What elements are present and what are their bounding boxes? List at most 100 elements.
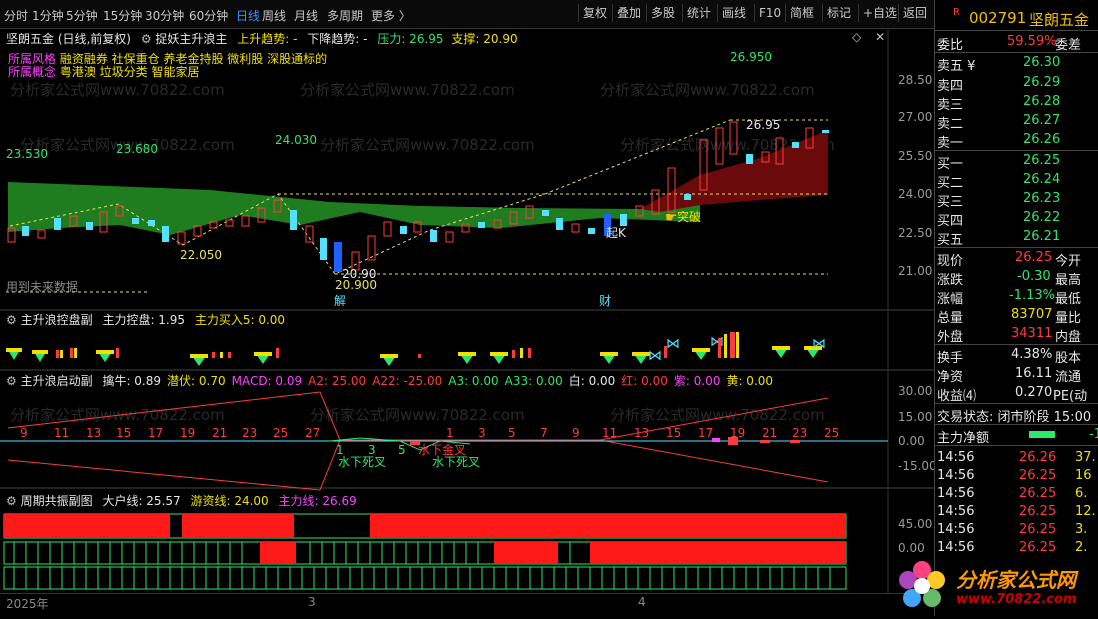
period-tab-multi[interactable]: 多周期 — [327, 7, 363, 24]
period-tab-daily[interactable]: 日线 — [236, 7, 260, 24]
cross-label: 水下死叉 — [338, 455, 386, 469]
stat-outer: 外盘 34311 内盘 — [937, 326, 1082, 345]
bid-row-2[interactable]: 买二 26.24 — [935, 171, 1098, 191]
bid-row-5[interactable]: 买五 26.21 — [935, 228, 1098, 248]
green-band — [8, 182, 700, 235]
sub3-bands — [3, 513, 847, 590]
butterfly-icon: ⋈ — [666, 336, 680, 352]
stat-turnover: 换手 4.38% 股本 — [937, 347, 1082, 366]
sub3-header: ⚙ 周期共振副图 大户线: 25.57 游资线: 24.00 主力线: 26.6… — [6, 492, 357, 509]
cai-marker: 财 — [599, 294, 611, 308]
period-tab-more[interactable]: 更多 〉 — [371, 7, 411, 24]
period-tab-15min[interactable]: 15分钟 — [103, 7, 142, 24]
sub3-field1: 大户线: 25.57 — [102, 494, 181, 508]
svg-text:1: 1 — [446, 426, 454, 440]
sub3-field2: 游资线: 24.00 — [190, 494, 269, 508]
trade-state: 交易状态: 闭市阶段 15:00 — [937, 410, 1092, 425]
statistics-button[interactable]: 统计 — [682, 4, 715, 22]
ask-row-1[interactable]: 卖一 26.26 — [935, 131, 1098, 151]
net-flow-bar — [1029, 431, 1055, 438]
ask-row-5[interactable]: 卖五 ¥26.30 — [935, 54, 1098, 74]
butterfly-icon: ⋈ — [812, 336, 826, 352]
gear-icon[interactable]: ⚙ — [6, 313, 17, 327]
tick-row: 14:56 26.25 12. — [937, 504, 1096, 519]
svg-text:11: 11 — [54, 426, 69, 440]
price-label: 26.950 — [730, 50, 772, 64]
sub2-field: 紫: 0.00 — [673, 374, 721, 388]
svg-text:-15.00: -15.00 — [898, 459, 934, 473]
svg-text:13: 13 — [634, 426, 649, 440]
axis-month-4: 4 — [638, 595, 646, 609]
svg-text:30.00: 30.00 — [898, 384, 932, 398]
period-tab-monthly[interactable]: 月线 — [294, 7, 318, 24]
period-tab-30min[interactable]: 30分钟 — [145, 7, 184, 24]
price-label: 22.050 — [180, 248, 222, 262]
quote-header: R 002791 坚朗五金 — [935, 7, 1098, 29]
price-axis: 28.50 27.00 25.50 24.00 22.50 21.00 — [898, 73, 932, 278]
sub2-counts: 9 11 13 15 17 19 21 23 25 27 7 9 11 13 1… — [20, 426, 839, 440]
sub2-field: A33: 0.00 — [504, 374, 563, 388]
gear-icon[interactable]: ⚙ — [141, 32, 152, 46]
sub1-header: ⚙ 主升浪控盘副 主力控盘: 1.95 主力买入5: 0.00 — [6, 311, 285, 328]
bid-row-1[interactable]: 买一 26.25 — [935, 152, 1098, 172]
price-label: 24.030 — [275, 133, 317, 147]
butterfly-icon: ⋈ — [710, 334, 724, 350]
simple-frame-button[interactable]: 简框 — [785, 4, 818, 22]
add-watchlist-button[interactable]: +自选 — [858, 4, 901, 22]
price-tick: 22.50 — [898, 226, 932, 240]
sub1-field1: 主力控盘: 1.95 — [102, 313, 186, 327]
jie-marker: 解 — [334, 294, 346, 308]
overlay-button[interactable]: 叠加 — [612, 4, 645, 22]
watermark: 分析家公式网www.70822.com — [310, 406, 525, 424]
period-tab-1min[interactable]: 1分钟 — [32, 7, 64, 24]
sub2-fields: 擒牛: 0.89 潜伏: 0.70 MACD: 0.09 A2: 25.00 A22: … — [96, 374, 773, 388]
gear-icon[interactable]: ⚙ — [6, 494, 17, 508]
sub2-field: 黄: 0.00 — [726, 374, 774, 388]
svg-text:0.00: 0.00 — [898, 434, 925, 448]
r-badge: R — [953, 7, 960, 18]
stat-net-assets: 净资 16.11 流通 — [937, 366, 1082, 385]
period-tab-5min[interactable]: 5分钟 — [66, 7, 98, 24]
bid-row-4[interactable]: 买四 26.22 — [935, 209, 1098, 229]
hand-icon: ☛ — [665, 210, 678, 226]
restore-rights-button[interactable]: 复权 — [578, 4, 611, 22]
svg-text:21: 21 — [212, 426, 227, 440]
period-tab-fenshi[interactable]: 分时 — [4, 7, 28, 24]
svg-text:25: 25 — [273, 426, 288, 440]
gear-icon[interactable]: ⚙ — [6, 374, 17, 388]
stat-change-pct: 涨幅 -1.13% 最低 — [937, 288, 1082, 307]
stat-volume: 总量 83707 量比 — [937, 307, 1082, 326]
ask-row-2[interactable]: 卖二 26.27 — [935, 112, 1098, 132]
multi-stock-button[interactable]: 多股 — [646, 4, 679, 22]
bid-row-3[interactable]: 买三 26.23 — [935, 190, 1098, 210]
svg-text:21: 21 — [762, 426, 777, 440]
close-icon[interactable]: ✕ — [875, 30, 885, 44]
tick-row: 14:56 26.25 3. — [937, 522, 1088, 537]
ask-row-4[interactable]: 卖四 26.29 — [935, 74, 1098, 94]
draw-line-button[interactable]: 画线 — [717, 4, 750, 22]
back-button[interactable]: 返回 — [898, 4, 931, 22]
price-tick: 21.00 — [898, 264, 932, 278]
svg-text:23: 23 — [792, 426, 807, 440]
sub2-mid-counts: 1 3 5 1 3 5 水下死叉 水下死叉 水下金叉 — [336, 426, 516, 469]
watermark: 分析家公式网www.70822.com — [610, 406, 825, 424]
svg-text:27: 27 — [305, 426, 320, 440]
mark-button[interactable]: 标记 — [822, 4, 855, 22]
concept-row: 所属概念 粤港澳 垃圾分类 智能家居 — [8, 63, 199, 80]
svg-text:13: 13 — [86, 426, 101, 440]
svg-text:17: 17 — [698, 426, 713, 440]
sub2-title: 主升浪启动副 — [20, 374, 93, 388]
svg-text:11: 11 — [602, 426, 617, 440]
svg-text:19: 19 — [180, 426, 195, 440]
period-tab-60min[interactable]: 60分钟 — [189, 7, 228, 24]
trend-down-value: 下降趋势: - — [307, 32, 368, 46]
logo-text: 分析家公式网 — [956, 568, 1076, 592]
svg-text:25: 25 — [824, 426, 839, 440]
diamond-icon[interactable]: ◇ — [852, 30, 861, 44]
sub2-field: 红: 0.00 — [621, 374, 668, 388]
watermark: 分析家公式网www.70822.com — [600, 81, 815, 99]
svg-text:17: 17 — [148, 426, 163, 440]
ask-row-3[interactable]: 卖三 26.28 — [935, 93, 1098, 113]
period-tab-weekly[interactable]: 周线 — [262, 7, 286, 24]
f10-button[interactable]: F10 — [754, 4, 785, 22]
